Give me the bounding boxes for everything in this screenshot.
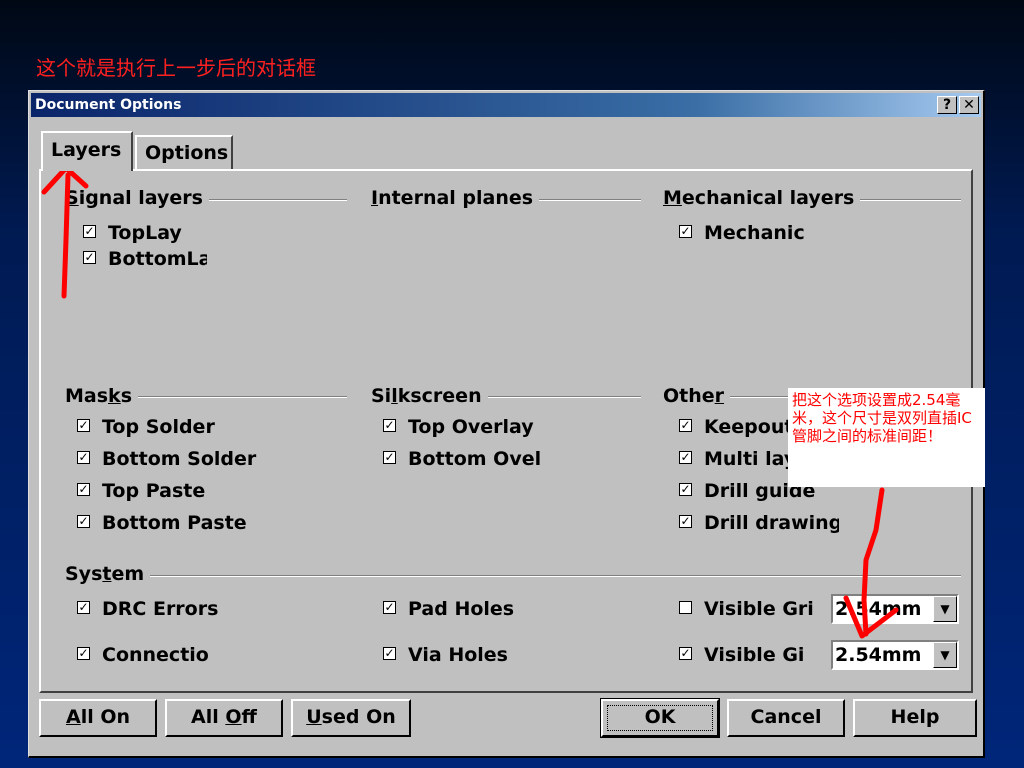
- signal-layers-title: Signal layers: [65, 187, 209, 209]
- all-on-button[interactable]: All On: [39, 699, 157, 737]
- visible-grid-1-combo[interactable]: 2.54mm ▼: [831, 594, 959, 624]
- checkbox-top-overlay-box[interactable]: ✓: [383, 419, 396, 432]
- checkbox-bottom-paste-box[interactable]: ✓: [77, 515, 90, 528]
- help-title-button[interactable]: ?: [937, 96, 957, 114]
- checkbox-drc-errors[interactable]: ✓ DRC Errors: [77, 597, 337, 621]
- checkbox-bottom-overlay[interactable]: ✓ Bottom Ovel: [383, 447, 541, 471]
- masks-title: Masks: [65, 385, 138, 407]
- internal-planes-title: Internal planes: [371, 187, 540, 209]
- tab-layers-label: Layers: [51, 139, 122, 161]
- checkbox-connections-box[interactable]: ✓: [77, 647, 90, 660]
- ok-button[interactable]: OK: [600, 698, 720, 738]
- tab-layers[interactable]: Layers: [41, 131, 133, 171]
- checkbox-drill-drawing-box[interactable]: ✓: [679, 515, 692, 528]
- checkbox-visible-grid-1-box[interactable]: [679, 601, 692, 614]
- checkbox-mechanical[interactable]: ✓ Mechanic: [679, 221, 809, 245]
- checkbox-visible-grid-2-box[interactable]: ✓: [679, 647, 692, 660]
- annotation-note: 把这个选项设置成2.54毫米，这个尺寸是双列直插IC管脚之间的标准间距！: [788, 388, 985, 487]
- dialog-titlebar[interactable]: Document Options ? ✕: [31, 93, 981, 117]
- checkbox-visible-grid-2[interactable]: ✓ Visible Gi: [679, 643, 815, 667]
- system-title: System: [65, 563, 151, 585]
- checkbox-bottom-solder[interactable]: ✓ Bottom Solder: [77, 447, 337, 471]
- used-on-button[interactable]: Used On: [291, 699, 411, 737]
- checkbox-multi-layer-box[interactable]: ✓: [679, 451, 692, 464]
- checkbox-multi-layer[interactable]: ✓ Multi lay: [679, 447, 791, 471]
- checkbox-drc-errors-box[interactable]: ✓: [77, 601, 90, 614]
- visible-grid-2-value: 2.54mm: [835, 644, 922, 666]
- checkbox-drill-drawing[interactable]: ✓ Drill drawing: [679, 511, 839, 535]
- tab-options[interactable]: Options: [135, 135, 233, 169]
- checkbox-pad-holes[interactable]: ✓ Pad Holes: [383, 597, 603, 621]
- all-off-button[interactable]: All Off: [165, 699, 283, 737]
- checkbox-top-paste[interactable]: ✓ Top Paste: [77, 479, 337, 503]
- checkbox-keepout-box[interactable]: ✓: [679, 419, 692, 432]
- checkbox-top-solder-box[interactable]: ✓: [77, 419, 90, 432]
- checkbox-bottomlayer-box[interactable]: ✓: [83, 251, 96, 264]
- chevron-down-icon[interactable]: ▼: [933, 642, 957, 668]
- checkbox-mechanical-box[interactable]: ✓: [679, 225, 692, 238]
- checkbox-pad-holes-box[interactable]: ✓: [383, 601, 396, 614]
- checkbox-bottomlayer[interactable]: ✓ BottomLa: [83, 247, 207, 271]
- chevron-down-icon[interactable]: ▼: [933, 596, 957, 622]
- visible-grid-2-combo[interactable]: 2.54mm ▼: [831, 640, 959, 670]
- checkbox-top-paste-box[interactable]: ✓: [77, 483, 90, 496]
- dialog-title: Document Options: [35, 97, 182, 113]
- focus-rect: [607, 705, 713, 731]
- checkbox-via-holes[interactable]: ✓ Via Holes: [383, 643, 603, 667]
- close-icon[interactable]: ✕: [959, 96, 979, 114]
- checkbox-visible-grid-1[interactable]: Visible Gri: [679, 597, 817, 621]
- checkbox-via-holes-box[interactable]: ✓: [383, 647, 396, 660]
- checkbox-drill-guide-box[interactable]: ✓: [679, 483, 692, 496]
- checkbox-toplayer[interactable]: ✓ TopLay: [83, 221, 193, 245]
- slide-caption: 这个就是执行上一步后的对话框: [36, 56, 316, 80]
- system-group-line: [65, 575, 961, 577]
- visible-grid-1-value: 2.54mm: [835, 598, 922, 620]
- checkbox-bottom-solder-box[interactable]: ✓: [77, 451, 90, 464]
- cancel-button[interactable]: Cancel: [727, 699, 845, 737]
- other-title: Other: [663, 385, 731, 407]
- checkbox-bottom-paste[interactable]: ✓ Bottom Paste: [77, 511, 337, 535]
- checkbox-top-overlay[interactable]: ✓ Top Overlay: [383, 415, 563, 439]
- help-button[interactable]: Help: [853, 699, 977, 737]
- tab-options-label: Options: [145, 142, 229, 164]
- checkbox-top-solder[interactable]: ✓ Top Solder: [77, 415, 337, 439]
- mechanical-layers-title: Mechanical layers: [663, 187, 861, 209]
- checkbox-bottom-overlay-box[interactable]: ✓: [383, 451, 396, 464]
- silkscreen-title: Silkscreen: [371, 385, 488, 407]
- checkbox-connections[interactable]: ✓ Connectio: [77, 643, 217, 667]
- checkbox-toplayer-box[interactable]: ✓: [83, 225, 96, 238]
